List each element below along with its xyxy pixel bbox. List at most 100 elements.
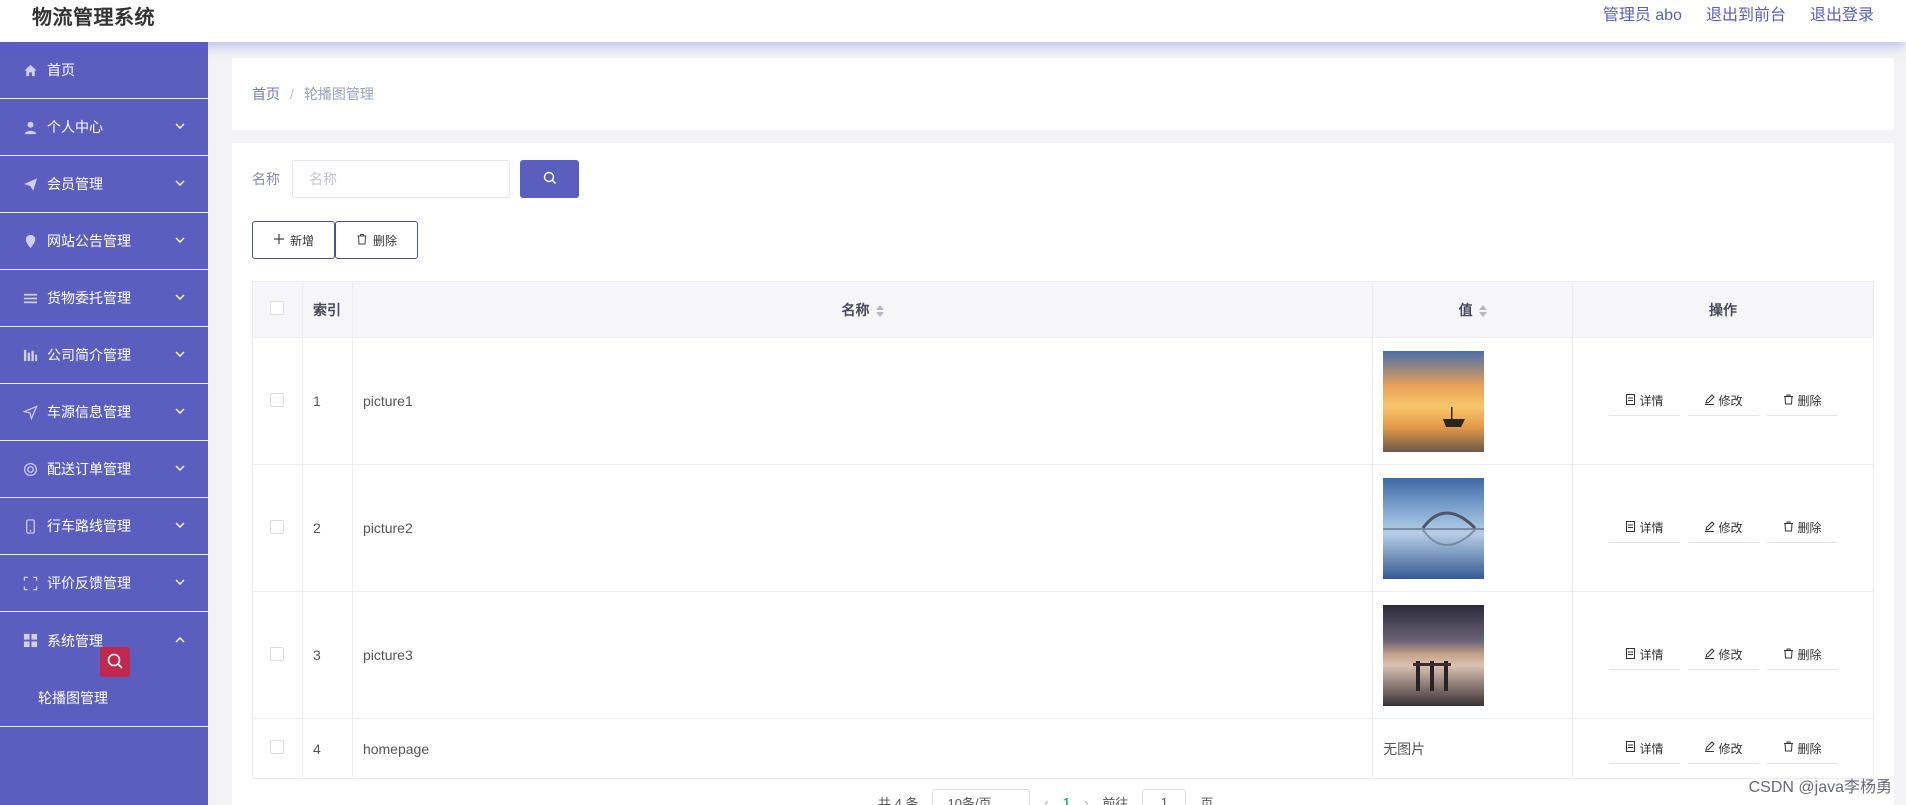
sidebar-item-routes[interactable]: 行车路线管理: [0, 498, 208, 555]
detail-button[interactable]: 详情: [1608, 513, 1680, 543]
row-value: [1372, 337, 1574, 465]
row-ops: 详情 修改 删除: [1572, 591, 1874, 719]
edit-icon: [1704, 647, 1715, 662]
header-ops: 操作: [1572, 281, 1874, 338]
sidebar-item-personal[interactable]: 个人中心: [0, 99, 208, 156]
chevron-down-icon: [174, 176, 186, 188]
detail-button[interactable]: 详情: [1608, 733, 1680, 764]
add-button-label: 新增: [289, 233, 314, 248]
back-to-front-link[interactable]: 退出到前台: [1706, 1, 1786, 25]
row-checkbox[interactable]: [270, 392, 285, 407]
select-all-checkbox[interactable]: [270, 301, 285, 315]
row-value-text: 无图片: [1372, 718, 1574, 779]
sidebar-item-label: 首页: [47, 62, 75, 78]
header-actions: 管理员 abo 退出到前台 退出登录: [1603, 1, 1874, 25]
edit-button[interactable]: 修改: [1687, 733, 1759, 764]
logout-link[interactable]: 退出登录: [1810, 1, 1874, 25]
sidebar-item-notice[interactable]: 网站公告管理: [0, 213, 208, 270]
breadcrumb-home[interactable]: 首页: [252, 84, 280, 104]
header-value[interactable]: 值: [1372, 281, 1574, 338]
page-size-value: 10条/页: [947, 795, 992, 805]
sidebar-item-cargo[interactable]: 货物委托管理: [0, 270, 208, 327]
detail-label: 详情: [1639, 394, 1664, 408]
lifebuoy-icon: [22, 461, 38, 477]
edit-button[interactable]: 修改: [1687, 513, 1759, 543]
header-name-label: 名称: [841, 301, 870, 318]
sort-icon[interactable]: [1478, 304, 1487, 318]
row-name: picture2: [351, 464, 1374, 592]
row-value: [1372, 591, 1574, 719]
delete-label: 删除: [1797, 741, 1822, 756]
row-checkbox-cell: [252, 591, 303, 719]
current-page[interactable]: 1: [1063, 795, 1070, 805]
sidebar-item-home[interactable]: 首页: [0, 42, 208, 99]
goto-suffix: 页: [1200, 795, 1214, 805]
page-size-select[interactable]: 10条/页: [932, 789, 1031, 805]
row-checkbox[interactable]: [270, 519, 285, 534]
top-header: 物流管理系统 管理员 abo 退出到前台 退出登录: [0, 0, 1906, 42]
row-index: 1: [301, 337, 353, 465]
row-delete-button[interactable]: 删除: [1766, 640, 1838, 670]
sidebar-item-label: 会员管理: [47, 176, 103, 192]
row-checkbox-cell: [252, 464, 303, 592]
admin-label[interactable]: 管理员 abo: [1603, 1, 1682, 25]
chevron-down-icon: [174, 119, 186, 131]
row-checkbox[interactable]: [270, 646, 285, 661]
add-button[interactable]: 新增: [252, 221, 335, 259]
edit-button[interactable]: 修改: [1687, 386, 1759, 416]
edit-button[interactable]: 修改: [1687, 640, 1759, 670]
row-delete-button[interactable]: 删除: [1766, 733, 1838, 764]
sidebar-item-label: 系统管理: [47, 632, 103, 649]
trash-icon: [1783, 741, 1794, 755]
chevron-down-icon: [174, 518, 186, 530]
table-row: 3 picture3 详情 修改 删除: [252, 591, 1874, 719]
trash-icon: [356, 233, 368, 248]
sidebar-item-company[interactable]: 公司简介管理: [0, 327, 208, 384]
sidebar-subitem-carousel[interactable]: 轮播图管理: [0, 669, 208, 727]
delete-label: 删除: [1797, 648, 1822, 662]
row-ops: 详情 修改 删除: [1572, 337, 1874, 465]
search-input[interactable]: [292, 160, 510, 198]
row-name: picture3: [351, 591, 1374, 719]
sidebar-item-members[interactable]: 会员管理: [0, 156, 208, 213]
phone-icon: [22, 518, 38, 534]
pagination: 共 4 条 10条/页 ‹ 1 › 前往 1 页: [878, 789, 1213, 805]
row-checkbox[interactable]: [270, 740, 285, 754]
row-delete-button[interactable]: 删除: [1766, 386, 1838, 416]
goto-page-input[interactable]: 1: [1142, 789, 1187, 805]
row-name: homepage: [351, 718, 1374, 779]
send-icon: [22, 176, 38, 192]
header-index: 索引: [301, 281, 353, 338]
sidebar-item-vehicle[interactable]: 车源信息管理: [0, 384, 208, 441]
search-icon: [543, 171, 557, 188]
prev-page-icon[interactable]: ‹: [1044, 795, 1048, 805]
sidebar-item-feedback[interactable]: 评价反馈管理: [0, 555, 208, 612]
sidebar-item-label: 车源信息管理: [47, 404, 131, 420]
detail-button[interactable]: 详情: [1608, 386, 1680, 416]
sidebar-item-label: 行车路线管理: [47, 518, 131, 534]
sidebar-item-orders[interactable]: 配送订单管理: [0, 441, 208, 498]
search-form: 名称: [252, 160, 579, 198]
header-name[interactable]: 名称: [351, 281, 1374, 338]
search-button[interactable]: [520, 160, 579, 198]
edit-label: 修改: [1718, 648, 1743, 662]
detail-button[interactable]: 详情: [1608, 640, 1680, 670]
table-row: 1 picture1 详情 修改 删除: [252, 337, 1874, 465]
row-ops: 详情 修改 删除: [1572, 464, 1874, 592]
next-page-icon[interactable]: ›: [1084, 795, 1088, 805]
pin-icon: [22, 233, 38, 249]
plus-icon: [273, 233, 285, 248]
edit-label: 修改: [1718, 394, 1743, 408]
row-index: 4: [301, 718, 353, 779]
delete-button[interactable]: 删除: [335, 221, 418, 259]
header-value-label: 值: [1458, 301, 1473, 318]
chevron-down-icon: [174, 404, 186, 416]
table-row: 4 homepage 无图片 详情 修改 删除: [252, 718, 1874, 779]
detail-label: 详情: [1639, 521, 1664, 535]
floating-search-button[interactable]: [100, 647, 130, 677]
document-icon: [1625, 520, 1636, 535]
document-icon: [1625, 741, 1636, 755]
row-delete-button[interactable]: 删除: [1766, 513, 1838, 543]
document-icon: [1625, 647, 1636, 662]
sort-icon[interactable]: [875, 304, 884, 318]
